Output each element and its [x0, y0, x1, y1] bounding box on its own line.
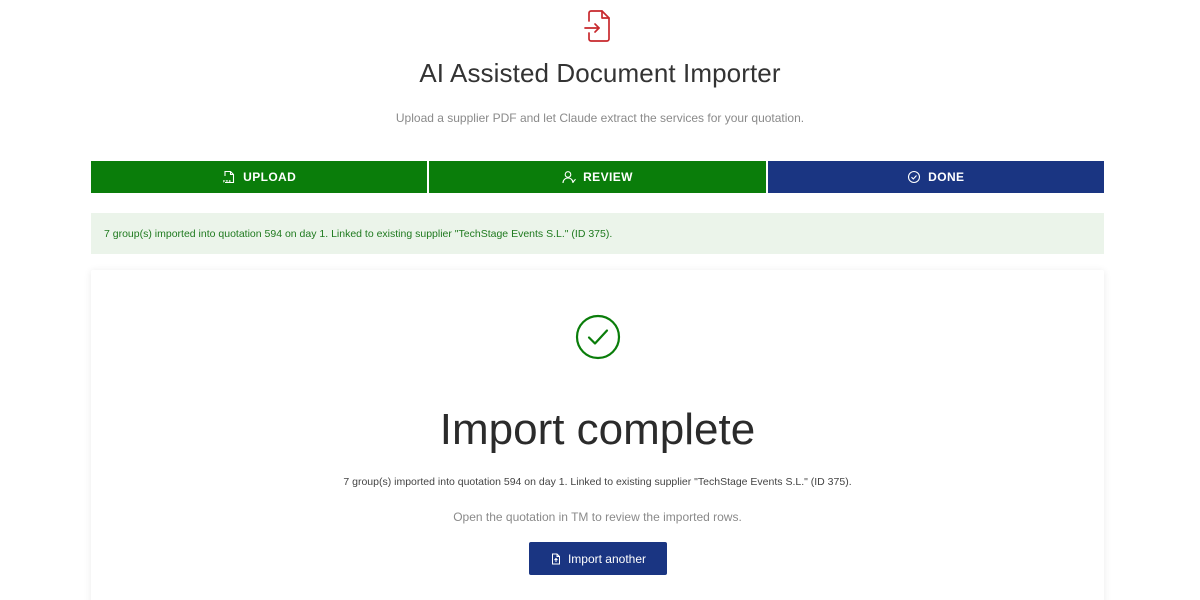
result-message: 7 group(s) imported into quotation 594 o… — [343, 476, 852, 488]
file-pdf-icon: PDF — [223, 170, 235, 184]
step-upload[interactable]: PDF UPLOAD — [91, 161, 428, 193]
success-alert: 7 group(s) imported into quotation 594 o… — [91, 213, 1104, 254]
step-review[interactable]: REVIEW — [429, 161, 766, 193]
file-upload-icon — [551, 553, 560, 564]
alert-message: 7 group(s) imported into quotation 594 o… — [104, 227, 613, 240]
check-circle-icon — [575, 314, 621, 360]
check-circle-icon — [908, 170, 921, 184]
svg-text:PDF: PDF — [223, 180, 232, 184]
user-icon — [562, 171, 577, 184]
import-stepper: PDF UPLOAD REVIEW DONE — [91, 161, 1104, 193]
file-import-icon — [584, 10, 610, 42]
step-label: UPLOAD — [243, 170, 297, 184]
button-label: Import another — [567, 551, 647, 566]
result-card: Import complete 7 group(s) imported into… — [91, 270, 1104, 600]
step-label: DONE — [928, 170, 965, 184]
result-hint: Open the quotation in TM to review the i… — [453, 510, 742, 524]
page-title: AI Assisted Document Importer — [419, 58, 781, 88]
step-done[interactable]: DONE — [767, 161, 1104, 193]
import-another-button[interactable]: Import another — [529, 542, 667, 575]
step-label: REVIEW — [583, 170, 633, 184]
page-subtitle: Upload a supplier PDF and let Claude ext… — [395, 111, 805, 125]
result-title: Import complete — [439, 405, 756, 454]
